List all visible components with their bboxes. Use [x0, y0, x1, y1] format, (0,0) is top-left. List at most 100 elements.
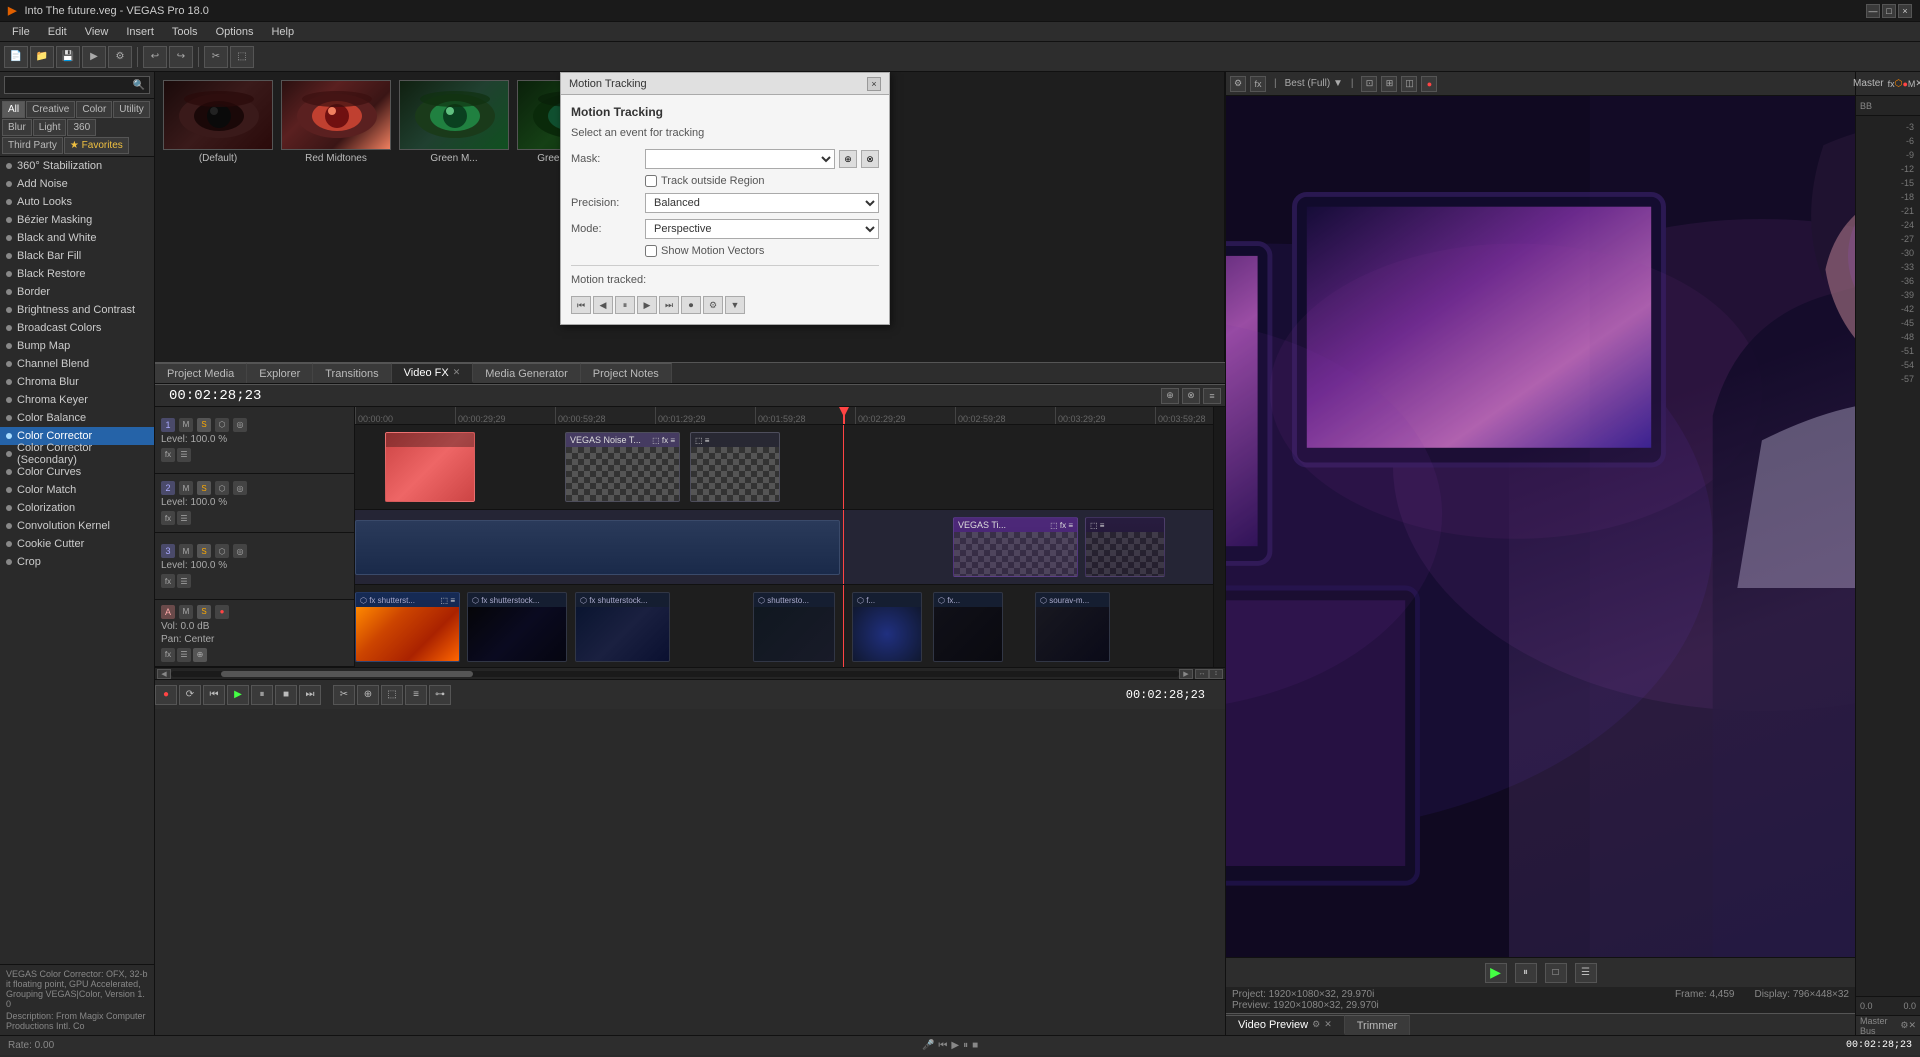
- transport-tool-4[interactable]: ≡: [405, 685, 427, 705]
- status-icon-5[interactable]: ■: [972, 1040, 978, 1051]
- status-icon-2[interactable]: ⏮: [938, 1040, 947, 1051]
- filter-tab-favorites[interactable]: ★ Favorites: [64, 137, 129, 154]
- open-btn[interactable]: 📁: [30, 46, 54, 68]
- close-button[interactable]: ×: [1898, 4, 1912, 18]
- dialog-tool-prev[interactable]: ⏮: [571, 296, 591, 314]
- cut-btn[interactable]: ✂: [204, 46, 228, 68]
- tab-project-media[interactable]: Project Media: [155, 363, 247, 383]
- preview-quality[interactable]: Best (Full) ▼: [1285, 78, 1343, 89]
- minimize-button[interactable]: —: [1866, 4, 1880, 18]
- effect-item-colormatch[interactable]: Color Match: [0, 481, 154, 499]
- track2-extra-2[interactable]: ☰: [177, 511, 191, 525]
- transport-tool-5[interactable]: ⊶: [429, 685, 451, 705]
- track1-solo[interactable]: S: [197, 418, 211, 432]
- timeline-btn-3[interactable]: ≡: [1203, 388, 1221, 404]
- effect-item-crop[interactable]: Crop: [0, 553, 154, 571]
- track3-motion[interactable]: ◎: [233, 544, 247, 558]
- clip-3-6[interactable]: ⬡ fx...: [933, 592, 1003, 662]
- settings-btn[interactable]: ⚙: [108, 46, 132, 68]
- search-input[interactable]: [9, 79, 133, 91]
- dialog-tool-more[interactable]: ▼: [725, 296, 745, 314]
- select-btn[interactable]: ⬚: [230, 46, 254, 68]
- audio-solo[interactable]: S: [197, 605, 211, 619]
- track1-mute[interactable]: M: [179, 418, 193, 432]
- dialog-mode-select[interactable]: Perspective: [645, 219, 879, 239]
- effect-item-chromablur[interactable]: Chroma Blur: [0, 373, 154, 391]
- dialog-close-button[interactable]: ×: [867, 77, 881, 91]
- timeline-vscroll[interactable]: [1213, 407, 1225, 667]
- menu-options[interactable]: Options: [208, 24, 262, 40]
- clip-3-3[interactable]: ⬡ fx shutterstock...: [575, 592, 670, 662]
- audio-record[interactable]: ●: [215, 605, 229, 619]
- preview-fx[interactable]: fx: [1250, 76, 1266, 92]
- menu-insert[interactable]: Insert: [118, 24, 162, 40]
- menu-file[interactable]: File: [4, 24, 38, 40]
- track3-mute[interactable]: M: [179, 544, 193, 558]
- filter-tab-third[interactable]: Third Party: [2, 137, 63, 154]
- clip-1-checker2[interactable]: ⬚ ≡: [690, 432, 780, 502]
- effect-item-bumpmap[interactable]: Bump Map: [0, 337, 154, 355]
- timeline-btn-1[interactable]: ⊕: [1161, 388, 1179, 404]
- menu-edit[interactable]: Edit: [40, 24, 75, 40]
- transport-tool-3[interactable]: ⬚: [381, 685, 403, 705]
- preview-grid[interactable]: ⊞: [1381, 76, 1397, 92]
- transport-record[interactable]: ●: [155, 685, 177, 705]
- filter-tab-color[interactable]: Color: [76, 101, 112, 118]
- clip-1-vegas-noise[interactable]: VEGAS Noise T... ⬚ fx ≡: [565, 432, 680, 502]
- transport-play[interactable]: ▶: [227, 685, 249, 705]
- tab-videofx-close[interactable]: ✕: [453, 367, 461, 378]
- tab-media-generator[interactable]: Media Generator: [473, 363, 581, 383]
- maximize-button[interactable]: □: [1882, 4, 1896, 18]
- clip-2-vegasti[interactable]: VEGAS Ti... ⬚ fx ≡: [953, 517, 1078, 577]
- mixer-fx-icon[interactable]: fx: [1888, 79, 1895, 89]
- effect-item-colorbalance[interactable]: Color Balance: [0, 409, 154, 427]
- preview-stop-sq[interactable]: □: [1545, 963, 1567, 983]
- track2-extra-1[interactable]: fx: [161, 511, 175, 525]
- track3-extra-2[interactable]: ☰: [177, 574, 191, 588]
- transport-tool-2[interactable]: ⊕: [357, 685, 379, 705]
- master-bus-settings[interactable]: ⚙: [1900, 1020, 1908, 1031]
- audio-mute[interactable]: M: [179, 605, 193, 619]
- track1-extra-2[interactable]: ☰: [177, 448, 191, 462]
- effect-item-blackrestore[interactable]: Black Restore: [0, 265, 154, 283]
- dialog-tool-pause[interactable]: ⏸: [615, 296, 635, 314]
- preview-tab-close-icon[interactable]: ✕: [1324, 1019, 1332, 1030]
- dialog-tool-step-back[interactable]: ◀: [593, 296, 613, 314]
- dialog-mask-select[interactable]: [645, 149, 835, 169]
- thumb-green[interactable]: Green M...: [399, 80, 509, 164]
- mixer-mute-icon[interactable]: M: [1908, 79, 1916, 89]
- effect-item-cookiecutter[interactable]: Cookie Cutter: [0, 535, 154, 553]
- effect-item-blackbar[interactable]: Black Bar Fill: [0, 247, 154, 265]
- title-bar-controls[interactable]: — □ ×: [1866, 4, 1912, 18]
- effect-item-colorcorrectorsec[interactable]: Color Corrector (Secondary): [0, 445, 154, 463]
- audio-extra-1[interactable]: fx: [161, 648, 175, 662]
- clip-1-pink[interactable]: [385, 432, 475, 502]
- thumb-redmid[interactable]: Red Midtones: [281, 80, 391, 164]
- tab-explorer[interactable]: Explorer: [247, 363, 313, 383]
- thumb-default[interactable]: (Default): [163, 80, 273, 164]
- track3-solo[interactable]: S: [197, 544, 211, 558]
- dialog-tool-track[interactable]: ⏺: [681, 296, 701, 314]
- transport-loop[interactable]: ⟳: [179, 685, 201, 705]
- track2-solo[interactable]: S: [197, 481, 211, 495]
- scrollbar-thumb[interactable]: [221, 671, 473, 677]
- scrollbar-left[interactable]: ◀: [157, 669, 171, 679]
- menu-tools[interactable]: Tools: [164, 24, 206, 40]
- transport-tool-1[interactable]: ✂: [333, 685, 355, 705]
- dialog-track-outside-checkbox[interactable]: [645, 175, 657, 187]
- save-btn[interactable]: 💾: [56, 46, 80, 68]
- track2-blue-bar[interactable]: [355, 520, 840, 575]
- dialog-mask-btn1[interactable]: ⊕: [839, 150, 857, 168]
- track1-composite[interactable]: ⬡: [215, 418, 229, 432]
- preview-record[interactable]: ●: [1421, 76, 1437, 92]
- audio-extra-2[interactable]: ☰: [177, 648, 191, 662]
- effect-item-colorization[interactable]: Colorization: [0, 499, 154, 517]
- undo-btn[interactable]: ↩: [143, 46, 167, 68]
- dialog-tool-step-fwd[interactable]: ▶: [637, 296, 657, 314]
- status-icon-4[interactable]: ⏸: [963, 1040, 968, 1051]
- effect-item-broadcast[interactable]: Broadcast Colors: [0, 319, 154, 337]
- transport-pause[interactable]: ⏸: [251, 685, 273, 705]
- clip-3-7[interactable]: ⬡ sourav-m...: [1035, 592, 1110, 662]
- menu-view[interactable]: View: [77, 24, 117, 40]
- scrollbar-right[interactable]: ▶: [1179, 669, 1193, 679]
